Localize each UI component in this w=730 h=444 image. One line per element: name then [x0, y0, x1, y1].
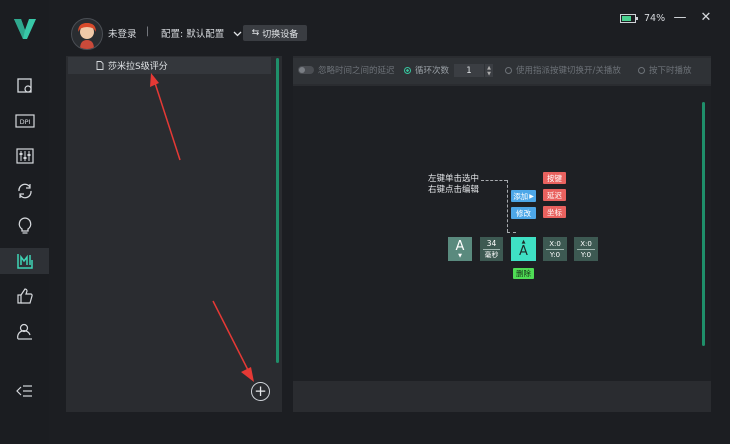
coord-x: X:0 — [580, 239, 592, 248]
coord-x: X:0 — [549, 239, 561, 248]
key-label: A — [455, 238, 465, 254]
radio-unselected — [505, 66, 512, 74]
hint-connector — [507, 232, 516, 233]
loop-count-input[interactable]: 1 — [454, 64, 484, 77]
add-button[interactable]: 添加 ▶ — [511, 190, 536, 202]
caret-right-icon: ▶ — [529, 192, 534, 200]
file-icon — [96, 61, 104, 70]
delay-block[interactable]: 34 毫秒 — [480, 237, 503, 261]
editor-scrollbar[interactable] — [702, 102, 705, 346]
swap-icon: ⇆ — [251, 28, 260, 38]
minimize-button[interactable]: — — [671, 9, 689, 27]
macro-canvas[interactable] — [293, 86, 711, 381]
list-scrollbar[interactable] — [276, 58, 279, 363]
sidebar-item-sync[interactable] — [10, 178, 40, 204]
hold-play-label: 按下时播放 — [649, 66, 692, 76]
radio-unselected — [638, 66, 645, 74]
delay-unit: 毫秒 — [484, 250, 499, 259]
coord-y: Y:0 — [549, 250, 561, 259]
brand-logo — [14, 19, 36, 39]
sidebar-item-dpi[interactable]: DPI — [10, 108, 40, 134]
toggle-play-radio[interactable]: 使用指派按键切换开/关播放 — [505, 64, 621, 76]
coord-y: Y:0 — [580, 250, 592, 259]
delete-button[interactable]: 删除 — [513, 268, 534, 279]
annotation-arrow — [212, 300, 254, 382]
config-select[interactable]: 配置: 默认配置 — [161, 26, 242, 40]
avatar[interactable] — [71, 18, 103, 50]
hint-connector — [481, 180, 507, 181]
config-label: 配置: 默认配置 — [161, 29, 225, 40]
key-block-selected[interactable]: ▲ A — [511, 237, 536, 261]
add-label: 添加 — [513, 191, 529, 201]
loop-count-stepper[interactable]: ▲ ▼ — [485, 64, 493, 77]
sidebar-item-account[interactable] — [10, 319, 40, 345]
loop-count-label: 循环次数 — [415, 66, 450, 76]
thumbs-up-icon — [17, 288, 33, 304]
editor-footer — [293, 383, 711, 412]
radio-selected — [404, 66, 411, 74]
sidebar-item-macro[interactable] — [0, 248, 49, 274]
ignore-delay-toggle[interactable]: 忽略时间之间的延迟 — [298, 64, 395, 76]
close-button[interactable]: ✕ — [697, 9, 715, 27]
coord-block[interactable]: X:0 Y:0 — [574, 237, 598, 261]
hint-right-click: 右键点击编辑 — [428, 185, 480, 195]
key-down-arrow-icon: ▼ — [458, 252, 462, 259]
mouse-screen-icon — [17, 78, 32, 93]
battery-percent: 74% — [644, 13, 666, 24]
sidebar-collapse-button[interactable] — [10, 378, 40, 404]
battery-level — [622, 16, 631, 21]
menu-coord-button[interactable]: 坐标 — [543, 206, 566, 218]
svg-text:DPI: DPI — [20, 118, 31, 126]
battery-status: 74% — [620, 13, 665, 24]
login-status[interactable]: 未登录 — [108, 26, 137, 40]
toggle-switch — [298, 66, 314, 74]
equalizer-icon — [16, 148, 34, 164]
key-label: A — [519, 243, 528, 259]
dpi-icon: DPI — [15, 114, 35, 128]
refresh-icon — [18, 183, 32, 199]
modify-button[interactable]: 修改 — [511, 207, 536, 219]
sidebar-item-equalizer[interactable] — [10, 143, 40, 169]
coord-block[interactable]: X:0 Y:0 — [543, 237, 567, 261]
user-icon — [17, 323, 32, 340]
delay-value: 34 — [486, 238, 497, 248]
menu-delay-button[interactable]: 延迟 — [543, 189, 566, 201]
chevron-down-icon — [233, 31, 242, 37]
lightbulb-icon — [18, 217, 32, 234]
avatar-image — [78, 23, 96, 49]
annotation-arrow — [150, 73, 181, 161]
key-block[interactable]: A ▼ — [448, 237, 472, 261]
switch-device-button[interactable]: ⇆ 切换设备 — [243, 25, 307, 41]
header-separator: | — [146, 26, 150, 37]
sidebar-item-like[interactable] — [10, 283, 40, 309]
menu-key-button[interactable]: 按键 — [543, 172, 566, 184]
sidebar-item-display[interactable] — [10, 73, 40, 99]
hint-connector — [507, 180, 508, 232]
collapse-menu-icon — [16, 385, 32, 397]
switch-device-label: 切换设备 — [262, 29, 299, 40]
ignore-delay-label: 忽略时间之间的延迟 — [318, 66, 395, 76]
toggle-play-label: 使用指派按键切换开/关播放 — [516, 66, 621, 76]
macro-icon — [16, 254, 33, 269]
battery-icon — [620, 14, 638, 23]
loop-count-radio[interactable]: 循环次数 — [404, 64, 449, 76]
sidebar-item-lighting[interactable] — [10, 213, 40, 239]
hold-play-radio[interactable]: 按下时播放 — [638, 64, 692, 76]
